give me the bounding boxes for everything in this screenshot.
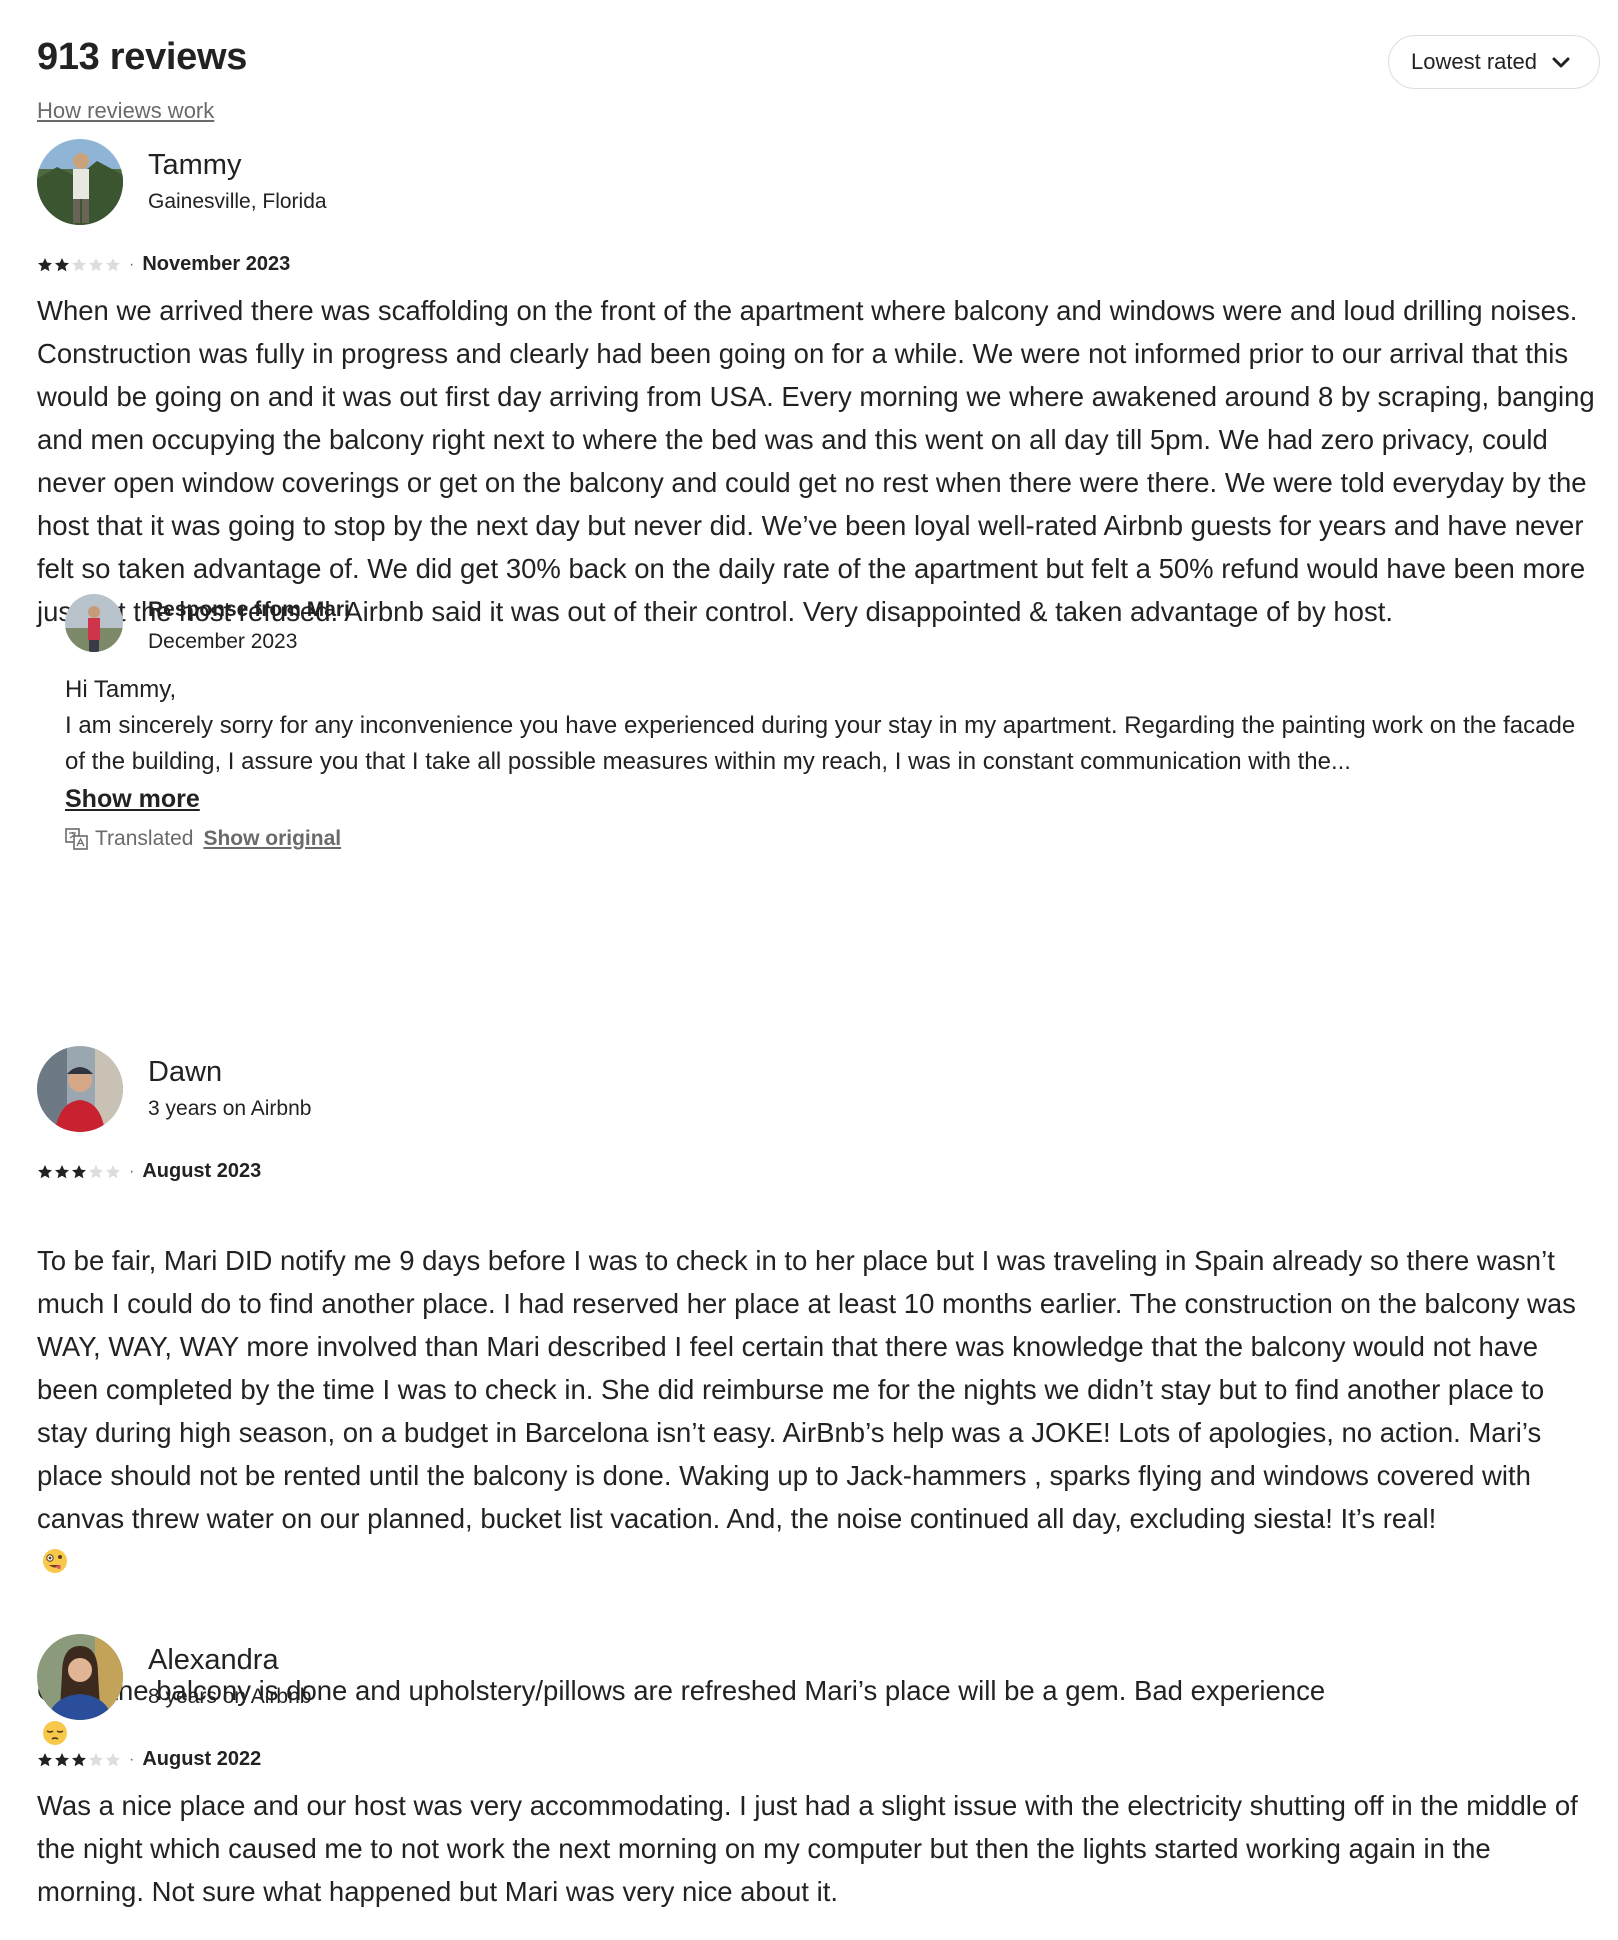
star-filled-icon [55, 1752, 69, 1766]
reviews-count-title: 913 reviews [37, 36, 248, 78]
review-date: November 2023 [142, 253, 291, 275]
star-filled-icon [55, 257, 69, 271]
star-filled-icon [38, 1752, 52, 1766]
star-rating [37, 1752, 121, 1768]
rating-row: · August 2023 [37, 1160, 261, 1183]
review-date: August 2022 [142, 1748, 262, 1770]
avatar[interactable] [37, 1634, 123, 1720]
star-rating [37, 1164, 121, 1180]
review-text-main: To be fair, Mari DID notify me 9 days be… [37, 1245, 1576, 1534]
star-empty-icon [106, 1164, 120, 1178]
translation-notice: Translated Show original [65, 827, 341, 851]
review-text: Was a nice place and our host was very a… [37, 1790, 1578, 1907]
avatar-photo-alexandra [37, 1634, 123, 1720]
reviewer-name: Tammy [148, 149, 242, 181]
show-more-button[interactable]: Show more [65, 785, 200, 814]
star-filled-icon [72, 1752, 86, 1766]
translated-label: Translated [95, 827, 194, 850]
review-item: Dawn 3 years on Airbnb · August 2023 To … [37, 1046, 1597, 1745]
star-rating [37, 257, 121, 273]
show-original-link[interactable]: Show original [203, 827, 341, 851]
sort-dropdown-button[interactable]: Lowest rated [1388, 35, 1600, 89]
reviewer-location: Gainesville, Florida [148, 190, 327, 213]
reviews-page: 913 reviews How reviews work Lowest rate… [0, 0, 1618, 1940]
how-reviews-work-link[interactable]: How reviews work [37, 98, 214, 124]
response-greeting: Hi Tammy, [65, 676, 177, 703]
star-empty-icon [106, 1752, 120, 1766]
star-empty-icon [72, 257, 86, 271]
response-title: Response from Mari [148, 598, 350, 621]
response-text: I am sincerely sorry for any inconvenien… [65, 712, 1576, 775]
host-response: Response from Mari December 2023 Hi Tamm… [65, 594, 1595, 850]
review-date: August 2023 [142, 1160, 262, 1182]
star-empty-icon [89, 1164, 103, 1178]
avatar[interactable] [37, 1046, 123, 1132]
review-item: Alexandra 8 years on Airbnb · August 202… [37, 1634, 1597, 1940]
rating-row: · November 2023 [37, 253, 290, 276]
zany-face-emoji-icon [43, 1549, 67, 1573]
star-empty-icon [89, 257, 103, 271]
response-date: December 2023 [148, 630, 298, 653]
star-filled-icon [55, 1164, 69, 1178]
avatar[interactable] [65, 594, 123, 652]
review-item: Tammy Gainesville, Florida · November 20… [37, 139, 1597, 850]
star-empty-icon [89, 1752, 103, 1766]
avatar-photo-tammy [37, 139, 123, 225]
avatar-photo-dawn [37, 1046, 123, 1132]
reviewer-name: Alexandra [148, 1644, 279, 1676]
rating-row: · August 2022 [37, 1748, 261, 1771]
chevron-down-icon [1552, 57, 1570, 68]
avatar-photo-mari [65, 594, 123, 652]
star-empty-icon [106, 257, 120, 271]
review-text: When we arrived there was scaffolding on… [37, 295, 1595, 627]
avatar[interactable] [37, 139, 123, 225]
star-filled-icon [72, 1164, 86, 1178]
translate-icon [65, 828, 88, 850]
star-filled-icon [38, 257, 52, 271]
separator-dot: · [129, 255, 135, 273]
reviewer-name: Dawn [148, 1056, 223, 1088]
reviewer-tenure: 8 years on Airbnb [148, 1685, 312, 1708]
sort-label: Lowest rated [1411, 49, 1537, 74]
separator-dot: · [129, 1162, 135, 1180]
star-filled-icon [38, 1164, 52, 1178]
separator-dot: · [129, 1750, 135, 1768]
reviewer-tenure: 3 years on Airbnb [148, 1097, 312, 1120]
